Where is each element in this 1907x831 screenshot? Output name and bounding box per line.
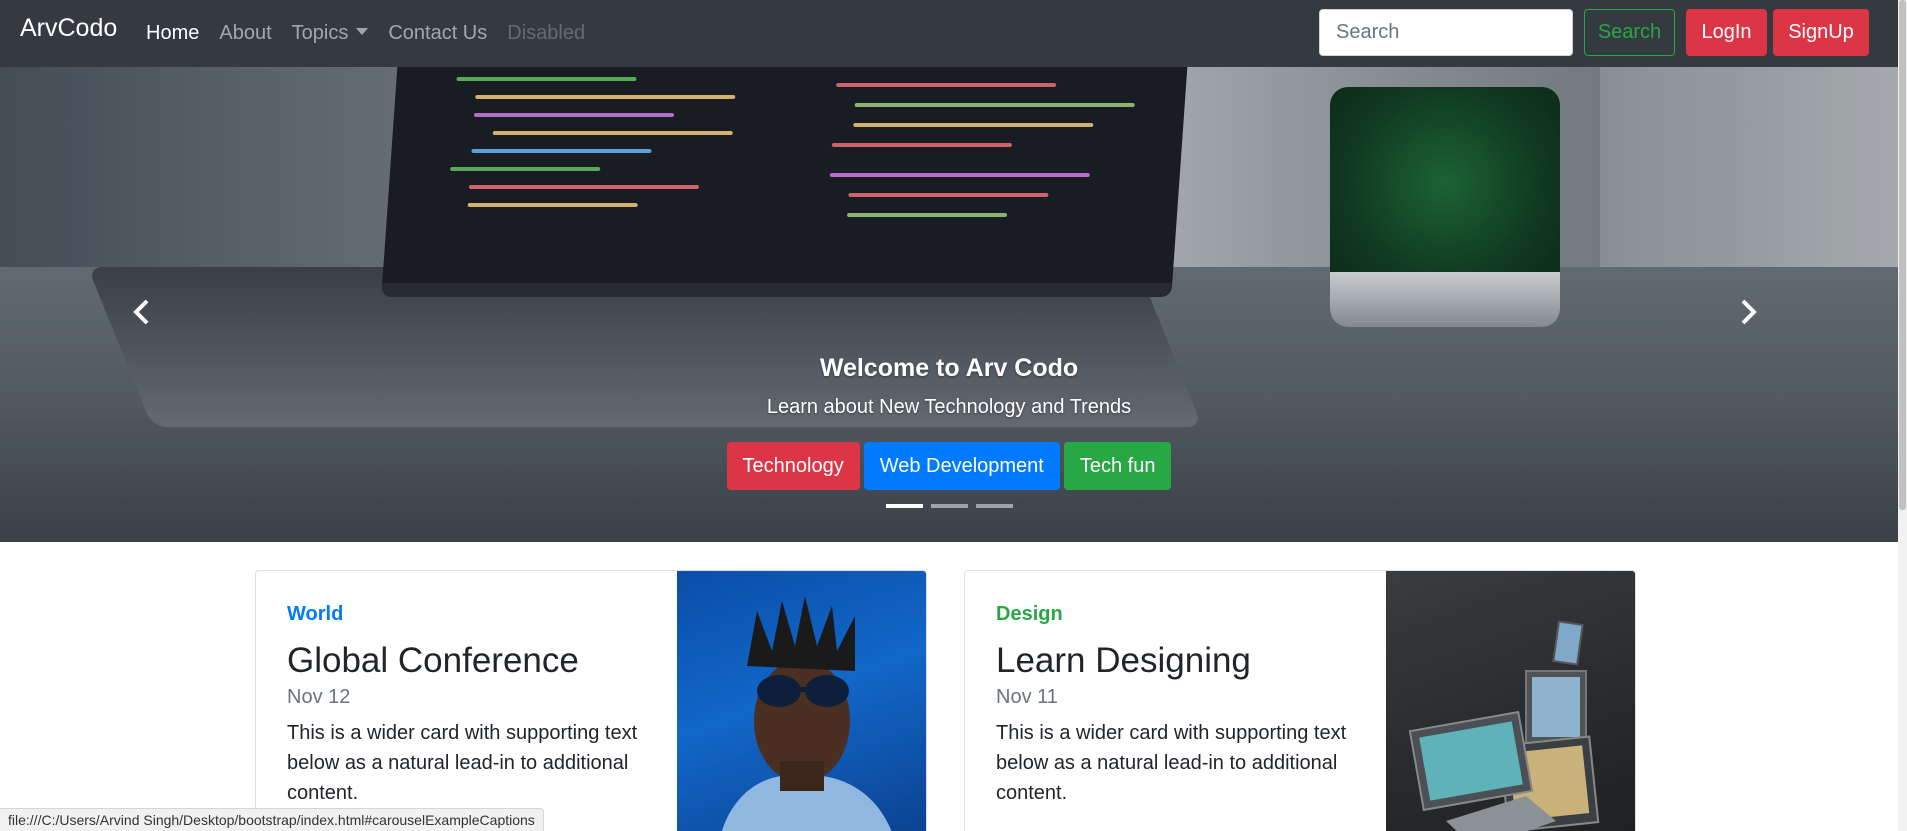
card-text: This is a wider card with supporting tex… xyxy=(996,722,1347,804)
signup-button[interactable]: SignUp xyxy=(1773,9,1869,56)
browser-status-bar: file:///C:/Users/Arvind Singh/Desktop/bo… xyxy=(0,808,544,831)
card-category: Design xyxy=(996,603,1063,625)
nav-link-about[interactable]: About xyxy=(219,22,271,45)
chevron-left-icon xyxy=(133,299,149,325)
caret-down-icon xyxy=(356,28,369,35)
card-text: This is a wider card with supporting tex… xyxy=(287,722,638,804)
card-body: Design Learn Designing Nov 11 This is a … xyxy=(996,602,1376,808)
nav-links: Home About Topics Contact Us Disabled xyxy=(146,0,605,67)
brand-logo[interactable]: ArvCodo xyxy=(20,14,117,43)
card-image-laptops xyxy=(1386,571,1635,831)
card-date: Nov 11 xyxy=(996,686,1058,708)
nav-link-home[interactable]: Home xyxy=(146,22,199,45)
nav-link-contact[interactable]: Contact Us xyxy=(388,22,487,45)
card-date: Nov 12 xyxy=(287,686,351,708)
page: ArvCodo Home About Topics Contact Us Dis… xyxy=(0,0,1907,831)
carousel-indicators xyxy=(0,504,1898,508)
technology-button[interactable]: Technology xyxy=(726,442,860,490)
hero-carousel: Welcome to Arv Codo Learn about New Tech… xyxy=(0,67,1898,542)
card-image-person xyxy=(677,571,926,831)
carousel-indicator-2[interactable] xyxy=(930,504,968,508)
carousel-title: Welcome to Arv Codo xyxy=(819,354,1079,382)
web-development-button[interactable]: Web Development xyxy=(863,442,1060,490)
navbar: ArvCodo Home About Topics Contact Us Dis… xyxy=(0,0,1898,67)
article-card: World Global Conference Nov 12 This is a… xyxy=(255,570,927,831)
carousel-indicator-1[interactable] xyxy=(885,504,923,508)
carousel-caption-buttons: Technology Web Development Tech fun xyxy=(0,442,1898,490)
tech-fun-button[interactable]: Tech fun xyxy=(1063,442,1172,490)
chevron-right-icon xyxy=(1741,299,1757,325)
page-scrollbar[interactable] xyxy=(1898,0,1907,831)
carousel-prev-button[interactable] xyxy=(122,292,162,332)
card-body: World Global Conference Nov 12 This is a… xyxy=(287,602,667,808)
carousel-caption: Welcome to Arv Codo Learn about New Tech… xyxy=(0,353,1898,421)
carousel-subtitle: Learn about New Technology and Trends xyxy=(766,396,1132,418)
card-title: Learn Designing xyxy=(996,641,1251,680)
nav-link-disabled: Disabled xyxy=(507,22,586,44)
login-button[interactable]: LogIn xyxy=(1686,9,1767,56)
carousel-indicator-3[interactable] xyxy=(975,504,1013,508)
search-button[interactable]: Search xyxy=(1584,9,1675,56)
scrollbar-thumb[interactable] xyxy=(1899,0,1906,510)
card-category: World xyxy=(287,603,344,625)
card-title: Global Conference xyxy=(287,641,579,680)
article-card: Design Learn Designing Nov 11 This is a … xyxy=(964,570,1636,831)
carousel-next-button[interactable] xyxy=(1728,292,1768,332)
nav-link-topics-dropdown[interactable]: Topics xyxy=(292,22,369,45)
nav-link-topics-label: Topics xyxy=(291,22,349,44)
search-input[interactable] xyxy=(1319,9,1573,56)
